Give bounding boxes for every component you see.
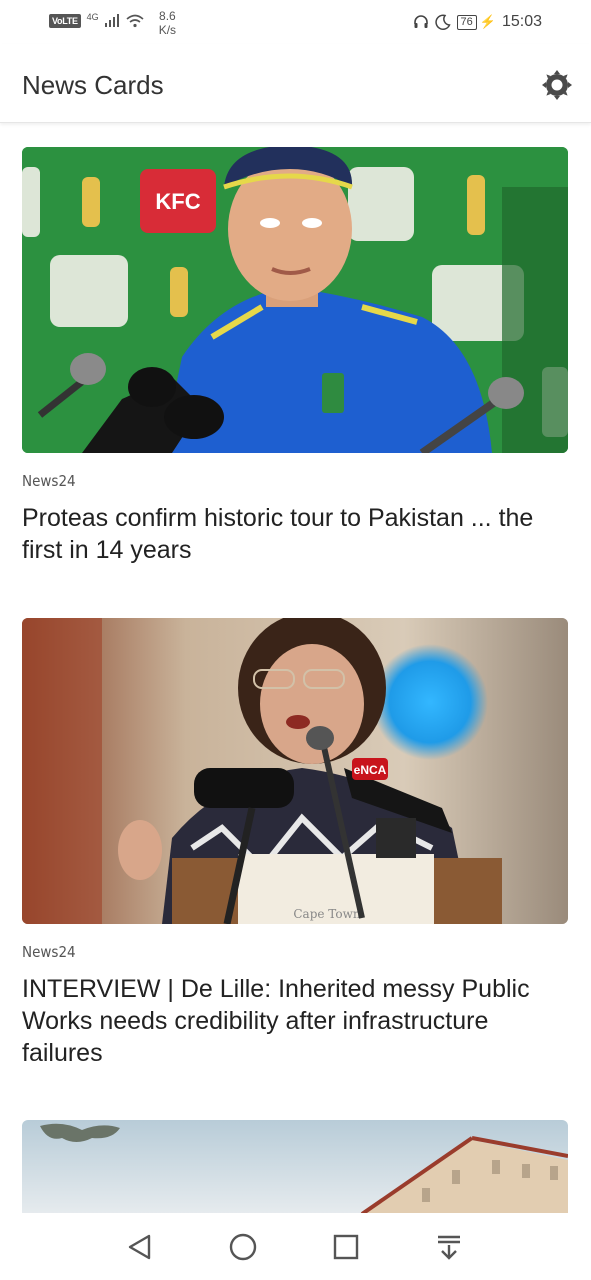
news-card[interactable] [22, 1120, 568, 1213]
charging-icon: ⚡ [479, 14, 496, 29]
speed-unit: K/s [158, 23, 177, 37]
volte-badge: VoLTE [49, 14, 81, 28]
article-source: News24 [22, 472, 76, 490]
article-title[interactable]: INTERVIEW | De Lille: Inherited messy Pu… [22, 973, 568, 1069]
home-circle-icon[interactable] [226, 1230, 260, 1264]
svg-text:eNCA: eNCA [354, 763, 387, 777]
article-source: News24 [22, 943, 76, 961]
status-left: VoLTE 4G 8.6 K/s [49, 9, 176, 37]
svg-text:KFC: KFC [155, 189, 200, 214]
battery-level: 76 [456, 14, 477, 30]
network-type: 4G [86, 12, 99, 22]
status-right: 76 ⚡ 15:03 [413, 12, 542, 32]
navigation-bar [0, 1214, 591, 1280]
wifi-icon [126, 14, 144, 28]
moon-icon [434, 14, 451, 30]
article-image[interactable]: Cape Town eNCA [22, 618, 568, 924]
gear-icon[interactable] [540, 68, 574, 102]
signal-icon [104, 11, 119, 27]
recents-square-icon[interactable] [329, 1230, 363, 1264]
network-speed: 8.6 K/s [159, 9, 176, 37]
article-image[interactable] [22, 1120, 568, 1213]
news-feed[interactable]: KFC News24 Proteas confirm historic tour… [0, 123, 591, 1213]
news-card[interactable]: KFC News24 Proteas confirm historic tour… [22, 147, 568, 566]
notification-down-icon[interactable] [432, 1230, 466, 1264]
news-card[interactable]: Cape Town eNCA News24 INTERVIEW | De Lil… [22, 618, 568, 1069]
speed-value: 8.6 [159, 9, 176, 23]
article-title[interactable]: Proteas confirm historic tour to Pakista… [22, 502, 568, 566]
article-image[interactable]: KFC [22, 147, 568, 453]
back-triangle-icon[interactable] [122, 1230, 156, 1264]
clock-time: 15:03 [501, 13, 542, 30]
status-bar: VoLTE 4G 8.6 K/s 76 ⚡ 15:03 [0, 0, 591, 44]
svg-text:Cape Town: Cape Town [293, 907, 361, 921]
app-title: News Cards [22, 70, 164, 100]
app-bar: News Cards [0, 44, 591, 123]
headset-icon [413, 15, 428, 28]
